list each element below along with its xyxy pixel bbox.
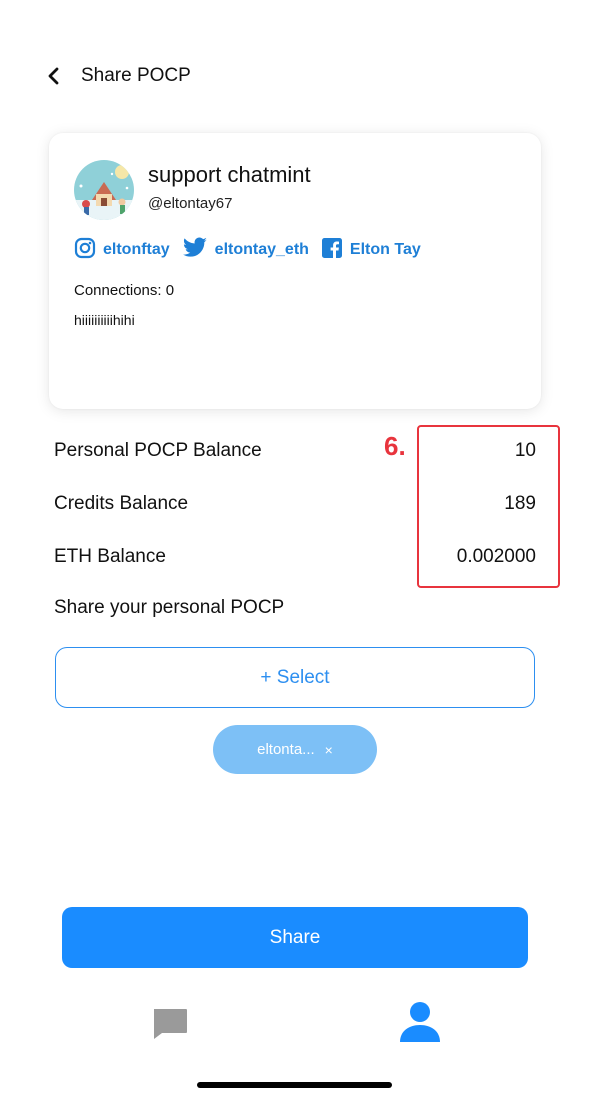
profile-card: support chatmint @eltontay67 eltonftay e… [49, 133, 541, 409]
instagram-icon [74, 237, 96, 264]
facebook-link[interactable]: Elton Tay [321, 237, 421, 264]
profile-bio: hiiiiiiiiiihihi [74, 312, 135, 328]
header: Share POCP [40, 60, 191, 92]
social-links: eltonftay eltontay_eth Elton Tay [74, 236, 433, 264]
twitter-link[interactable]: eltontay_eth [182, 236, 309, 264]
balance-label: Credits Balance [54, 493, 189, 514]
facebook-icon [321, 237, 343, 264]
share-section-title: Share your personal POCP [54, 597, 285, 618]
connections-count: Connections: 0 [74, 282, 175, 299]
selected-recipient-chip: eltonta... × [213, 725, 377, 774]
instagram-link[interactable]: eltonftay [74, 237, 170, 264]
select-button[interactable]: + Select [55, 647, 535, 708]
page-title: Share POCP [81, 65, 191, 86]
chip-remove-icon[interactable]: × [325, 742, 333, 758]
avatar [74, 160, 134, 220]
twitter-icon [182, 236, 208, 264]
profile-handle: @eltontay67 [148, 195, 233, 212]
home-indicator [197, 1082, 392, 1088]
profile-name: support chatmint [148, 162, 311, 187]
facebook-label: Elton Tay [349, 241, 421, 258]
share-button[interactable]: Share [62, 907, 528, 968]
profile-icon[interactable] [398, 1001, 442, 1043]
chat-icon[interactable] [151, 1005, 189, 1043]
chip-label: eltonta... [257, 741, 315, 758]
annotation-highlight-box [417, 425, 560, 588]
balance-label: ETH Balance [54, 546, 166, 567]
instagram-label: eltonftay [103, 241, 170, 258]
twitter-label: eltontay_eth [214, 241, 309, 258]
back-chevron-icon[interactable] [40, 62, 68, 90]
annotation-number: 6. [384, 431, 406, 461]
balance-label: Personal POCP Balance [54, 440, 262, 461]
